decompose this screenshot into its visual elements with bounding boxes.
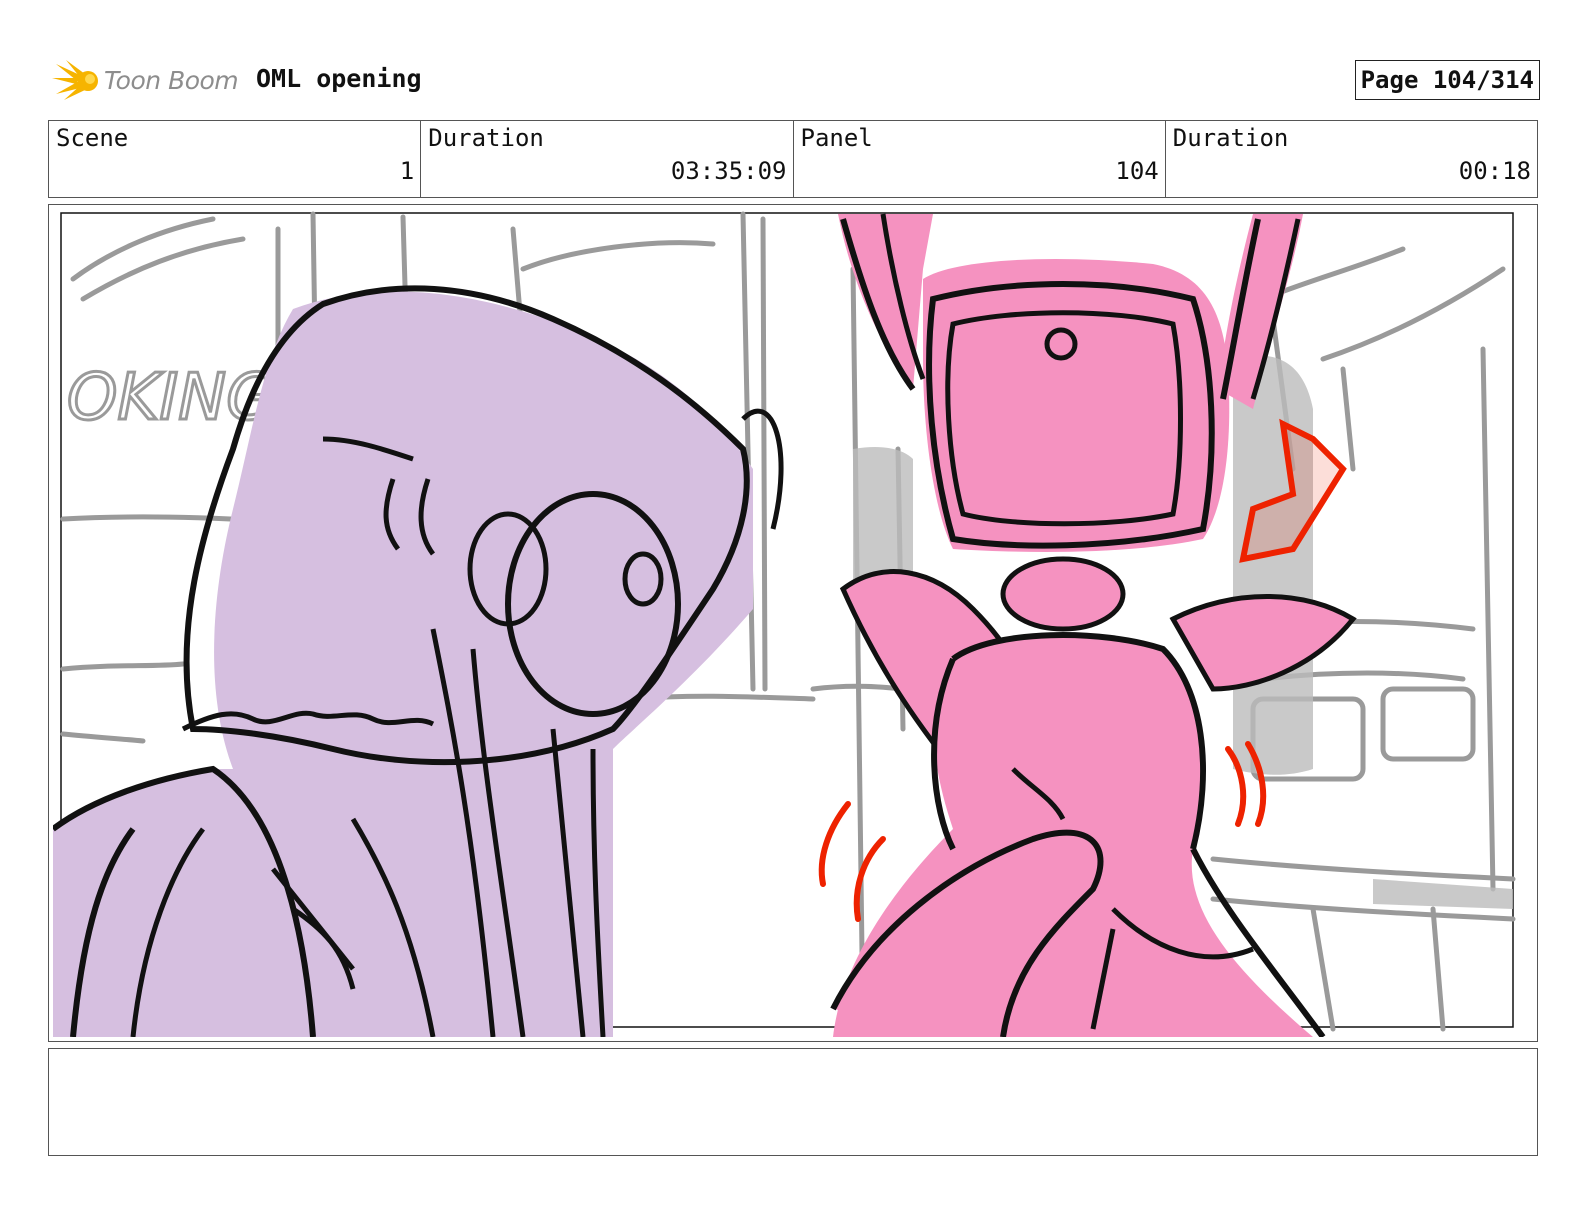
panel-duration-label: Duration [1172, 124, 1289, 152]
scene-cell: Scene 1 [49, 121, 422, 197]
panel-cell: Panel 104 [794, 121, 1166, 197]
toon-boom-logo: Toon Boom [52, 58, 239, 102]
panel-duration-value: 00:18 [1458, 157, 1531, 185]
panel-value: 104 [1115, 157, 1159, 185]
panel-duration-cell: Duration 00:18 [1166, 121, 1537, 197]
scene-label: Scene [56, 124, 129, 152]
scene-info-bar: Scene 1 Duration 03:35:09 Panel 104 Dura… [48, 120, 1538, 198]
page-indicator: Page 104/314 [1354, 60, 1540, 100]
scene-duration-label: Duration [428, 124, 544, 152]
scene-duration-cell: Duration 03:35:09 [421, 121, 794, 197]
starburst-logo-icon [52, 60, 98, 100]
scene-value: 1 [399, 157, 415, 185]
page-header: Toon Boom OML opening Page 104/314 [52, 56, 1540, 106]
project-title: OML opening [256, 64, 422, 93]
panel-notes [48, 1048, 1538, 1156]
background-sign-text: OKING [67, 361, 276, 435]
logo-text: Toon Boom [104, 65, 239, 95]
scene-duration-value: 03:35:09 [670, 157, 787, 185]
panel-label: Panel [800, 124, 873, 152]
panel-sketch: OKING [53, 211, 1516, 1037]
storyboard-panel: OKING [48, 204, 1538, 1042]
